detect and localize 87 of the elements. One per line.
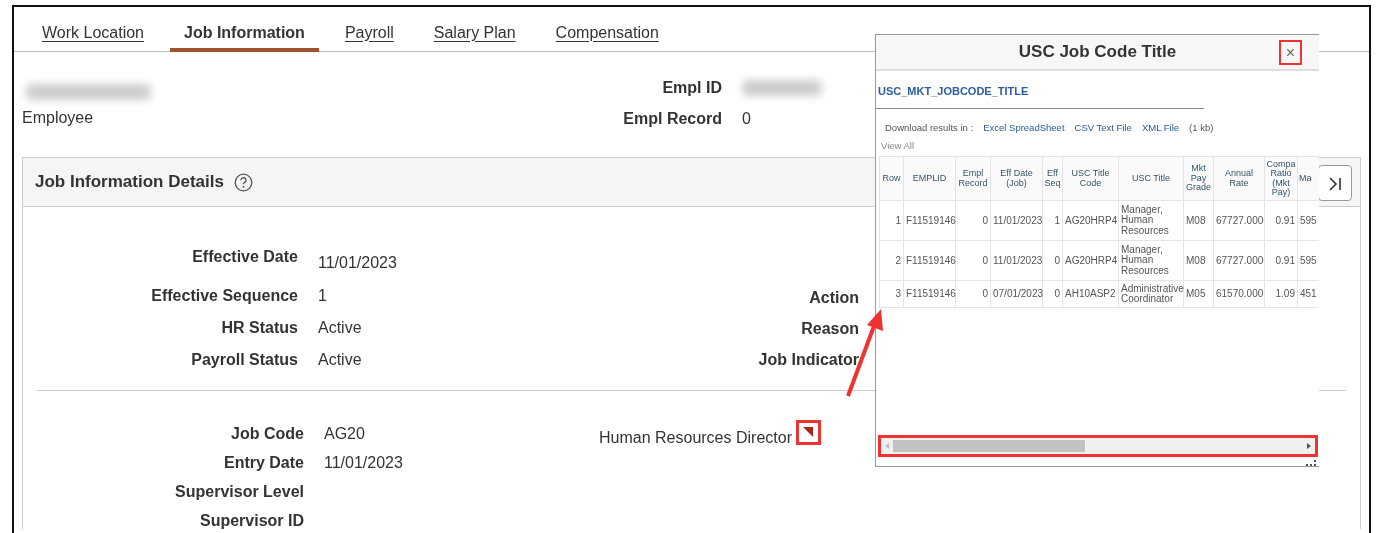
help-icon[interactable] <box>233 172 253 192</box>
table-cell: 0 <box>955 200 991 241</box>
job-code-description: Human Resources Director <box>599 427 792 448</box>
table-cell: 0.91 <box>1264 200 1298 241</box>
table-cell: AG20HRP4 <box>1062 240 1119 281</box>
download-link[interactable]: Excel SpreadSheet <box>983 120 1065 135</box>
field-value: 1 <box>318 285 327 305</box>
field-value: Active <box>318 317 362 337</box>
field-label: Empl ID <box>661 78 722 98</box>
table-cell: 0.91 <box>1264 240 1298 281</box>
field-label: Job Code <box>231 423 304 443</box>
download-link[interactable]: XML File <box>1141 120 1180 135</box>
table-cell: F11519146 <box>903 240 956 281</box>
table-cell: 11/01/2023 <box>990 200 1043 241</box>
field-value: 11/01/2023 <box>318 253 397 273</box>
column-header: Annual Rate <box>1213 156 1265 201</box>
table-cell: 1.09 <box>1264 280 1298 308</box>
tab[interactable]: Work Location <box>28 7 158 52</box>
field-label: Reason <box>801 319 859 339</box>
prompt-icon <box>802 426 815 439</box>
field-value: Active <box>318 349 362 370</box>
last-page-button[interactable] <box>1318 165 1352 201</box>
table-cell: 67727.000 <box>1213 240 1265 281</box>
table-cell: F11519146 <box>903 200 956 241</box>
field-label: Job Indicator <box>758 350 859 370</box>
table-cell: M08 <box>1183 240 1214 281</box>
column-header: Empl Record <box>955 156 991 201</box>
table-cell: 0 <box>955 280 991 308</box>
tab[interactable]: Job Information <box>170 7 319 52</box>
close-button[interactable]: × <box>1279 40 1302 65</box>
table-cell: 0 <box>955 240 991 281</box>
field-label: Action <box>809 288 859 308</box>
dialog-title: USC Job Code Title <box>1018 41 1177 64</box>
last-page-icon <box>1328 175 1342 192</box>
column-header: Compa Ratio (Mkt Pay) <box>1264 156 1298 201</box>
field-label: HR Status <box>221 317 298 337</box>
table-cell: 67727.000 <box>1213 200 1265 241</box>
table-cell: 61570.000 <box>1213 280 1265 308</box>
table-cell: F11519146 <box>903 280 956 308</box>
column-header: Ma <box>1297 156 1319 201</box>
query-name-link[interactable]: USC_MKT_JOBCODE_TITLE <box>878 83 1029 100</box>
field-value: 0 <box>742 109 752 129</box>
table-cell: 11/01/2023 <box>990 240 1043 281</box>
field-label: Effective Sequence <box>151 285 298 305</box>
table-cell: 1 <box>1042 200 1063 241</box>
field-value: 11/01/2023 <box>324 452 403 472</box>
column-header: Eff Seq <box>1042 156 1063 201</box>
tab[interactable]: Compensation <box>541 7 673 52</box>
column-header: Row <box>879 156 904 201</box>
table-cell: 2 <box>879 240 904 281</box>
table-cell: AG20HRP4 <box>1062 200 1119 241</box>
column-header: Eff Date (Job) <box>990 156 1043 201</box>
field-value: AG20 <box>324 423 365 443</box>
column-header: EMPLID <box>903 156 956 201</box>
column-header: Mkt Pay Grade <box>1183 156 1214 201</box>
view-all-link[interactable]: View All <box>881 138 915 153</box>
table-cell: 07/01/2023 <box>990 280 1043 308</box>
table-cell: 1 <box>879 200 904 241</box>
table-cell: M05 <box>1183 280 1214 308</box>
prompt-button[interactable] <box>795 419 821 445</box>
column-header: USC Title Code <box>1062 156 1119 201</box>
field-label: Entry Date <box>223 452 304 472</box>
table-cell: Manager, Human Resources <box>1118 240 1184 281</box>
panel-title: Job Information Details <box>35 171 224 194</box>
field-label: Payroll Status <box>191 349 298 370</box>
table-cell: 3 <box>879 280 904 308</box>
horizontal-scrollbar[interactable] <box>878 435 1318 457</box>
tab[interactable]: Salary Plan <box>419 7 530 52</box>
employee-label: Employee <box>22 108 95 128</box>
table-cell: AH10ASP2 <box>1062 280 1119 308</box>
table-cell: 0 <box>1042 280 1063 308</box>
file-size: (1 kb) <box>1189 120 1214 135</box>
table-cell: Manager, Human Resources <box>1118 200 1184 241</box>
column-header: USC Title <box>1118 156 1184 201</box>
tab[interactable]: Payroll <box>330 7 408 52</box>
field-label: Supervisor ID <box>199 511 304 531</box>
download-label: Download results in : <box>885 120 974 135</box>
scrollbar-thumb[interactable] <box>893 440 1085 452</box>
field-label: Supervisor Level <box>175 481 304 502</box>
field-label: Empl Record <box>622 109 722 129</box>
download-link[interactable]: CSV Text File <box>1074 120 1132 135</box>
table-cell: 0 <box>1042 240 1063 281</box>
table-cell: M08 <box>1183 200 1214 241</box>
scroll-right-icon[interactable] <box>1305 442 1313 450</box>
field-label: Effective Date <box>192 247 298 267</box>
resize-grip-icon[interactable] <box>1306 459 1318 466</box>
table-cell: Administrative Coordinator <box>1118 280 1184 308</box>
